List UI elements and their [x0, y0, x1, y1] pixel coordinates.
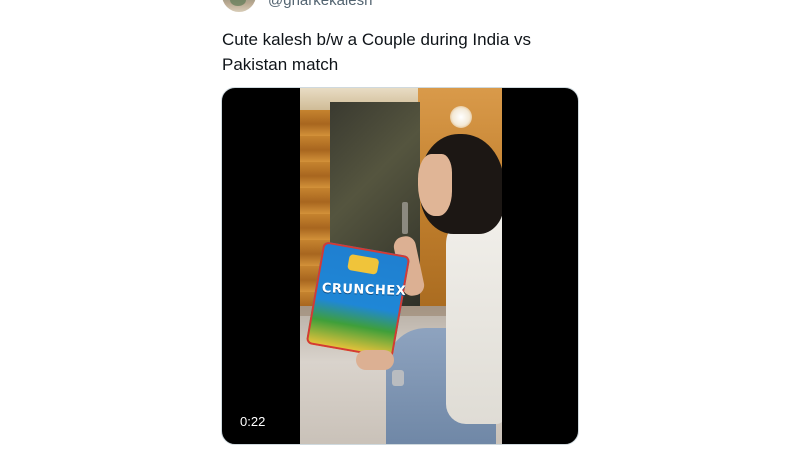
chips-packet-label: CRUNCHEX: [321, 281, 407, 300]
person-hand: [356, 350, 394, 370]
wrist-watch: [392, 370, 404, 386]
video-player[interactable]: CRUNCHEX 0:22: [221, 87, 579, 445]
person-face: [418, 154, 452, 216]
chips-packet: CRUNCHEX: [305, 241, 411, 359]
video-duration-badge: 0:22: [234, 412, 272, 432]
author-avatar[interactable]: [222, 0, 256, 12]
video-thumbnail[interactable]: CRUNCHEX: [300, 88, 502, 444]
tweet-card: @gharkekalesh Cute kalesh b/w a Couple d…: [0, 0, 800, 450]
chips-brand-logo: [347, 253, 380, 275]
author-row[interactable]: @gharkekalesh: [222, 0, 372, 12]
author-handle[interactable]: @gharkekalesh: [268, 0, 372, 12]
tweet-text: Cute kalesh b/w a Couple during India vs…: [222, 30, 532, 74]
door-handle: [402, 202, 408, 234]
person-shirt: [446, 214, 502, 424]
ceiling-lamp: [450, 106, 472, 128]
